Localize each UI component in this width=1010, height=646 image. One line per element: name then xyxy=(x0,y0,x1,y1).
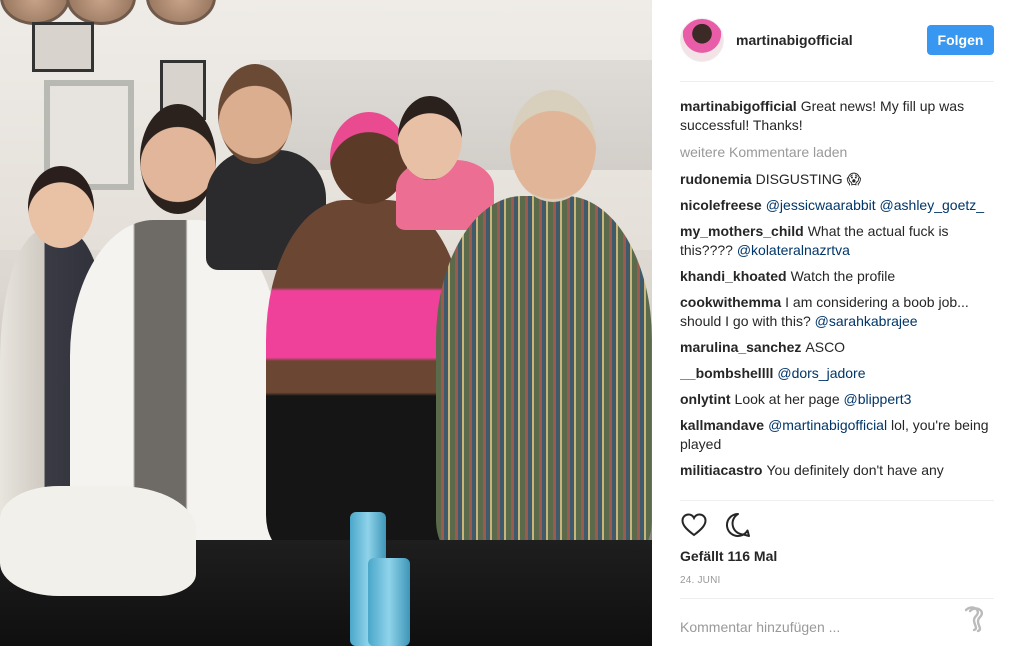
likes-count[interactable]: Gefällt 116 Mal xyxy=(680,548,777,564)
comments-list[interactable]: martinabigofficial Great news! My fill up… xyxy=(680,97,994,497)
person-photographer-head xyxy=(218,64,292,164)
person-man-striped-shirt xyxy=(436,196,652,556)
person-man-white-jacket-head xyxy=(140,104,216,214)
comment-username[interactable]: __bombshellll xyxy=(680,365,773,381)
comment-text: ASCO xyxy=(805,339,846,355)
person-man-striped-shirt-head xyxy=(510,90,596,202)
comments-divider xyxy=(680,500,994,501)
mention-link[interactable]: @jessicwaarabbit xyxy=(766,197,876,213)
avatar[interactable] xyxy=(680,18,724,62)
wall-picture-frame xyxy=(32,22,94,72)
comment-username[interactable]: rudonemia xyxy=(680,171,752,187)
mention-link[interactable]: @martinabigofficial xyxy=(768,417,887,433)
comment-item: militiacastro You definitely don't have a… xyxy=(680,461,994,480)
comment-username[interactable]: nicolefreese xyxy=(680,197,762,213)
mention-link[interactable]: @kolateralnazrtva xyxy=(737,242,850,258)
comment-item: onlytint Look at her page @blippert3 xyxy=(680,390,994,409)
comment-username[interactable]: my_mothers_child xyxy=(680,223,804,239)
comment-username[interactable]: kallmandave xyxy=(680,417,764,433)
comment-username[interactable]: cookwithemma xyxy=(680,294,781,310)
comment-items: rudonemia DISGUSTING 😱 nicolefreese @jessic… xyxy=(680,170,994,480)
person-girl-head xyxy=(28,166,94,248)
comment-bubble-icon[interactable] xyxy=(724,511,752,539)
comment-item: khandi_khoated Watch the profile xyxy=(680,267,994,286)
comment-item: __bombshellll @dors_jadore xyxy=(680,364,994,383)
mention-link[interactable]: @blippert3 xyxy=(844,391,912,407)
comment-text: Watch the profile xyxy=(790,268,896,284)
caption-username[interactable]: martinabigofficial xyxy=(680,98,797,114)
comment-item: cookwithemma I am considering a boob job.… xyxy=(680,293,994,331)
more-options-icon[interactable] xyxy=(960,603,992,635)
laundry-pile xyxy=(0,486,196,596)
comment-username[interactable]: onlytint xyxy=(680,391,731,407)
comment-text: You definitely don't have any xyxy=(766,462,944,478)
post-sidebar: martinabigofficial Folgen martinabigoffi… xyxy=(652,0,1010,646)
comment-item: rudonemia DISGUSTING 😱 xyxy=(680,170,994,189)
spray-can xyxy=(368,558,410,646)
comment-item: nicolefreese @jessicwaarabbit @ashley_goe… xyxy=(680,196,994,215)
comment-item: my_mothers_child What the actual fuck is … xyxy=(680,222,994,260)
action-bar xyxy=(680,509,994,541)
instagram-post: martinabigofficial Folgen martinabigoffi… xyxy=(0,0,1010,646)
mention-link[interactable]: @ashley_goetz_ xyxy=(880,197,985,213)
comment-username[interactable]: khandi_khoated xyxy=(680,268,787,284)
header-divider xyxy=(680,81,994,82)
mention-link[interactable]: @dors_jadore xyxy=(777,365,865,381)
caption: martinabigofficial Great news! My fill up… xyxy=(680,97,994,135)
comment-username[interactable]: marulina_sanchez xyxy=(680,339,801,355)
comment-username[interactable]: militiacastro xyxy=(680,462,762,478)
add-comment-input[interactable] xyxy=(680,614,950,640)
heart-icon[interactable] xyxy=(680,511,708,539)
comment-item: kallmandave @martinabigofficial lol, you'… xyxy=(680,416,994,454)
username-link[interactable]: martinabigofficial xyxy=(736,32,927,48)
comment-item: marulina_sanchez ASCO xyxy=(680,338,994,357)
load-more-comments-link[interactable]: weitere Kommentare laden xyxy=(680,143,994,162)
comment-text: DISGUSTING 😱 xyxy=(755,171,862,187)
comment-text: Look at her page xyxy=(734,391,844,407)
post-date[interactable]: 24. JUNI xyxy=(680,575,721,586)
footer-divider xyxy=(680,598,994,599)
post-photo[interactable] xyxy=(0,0,652,646)
mention-link[interactable]: @sarahkabrajee xyxy=(815,313,918,329)
post-header: martinabigofficial Folgen xyxy=(680,14,994,66)
follow-button[interactable]: Folgen xyxy=(927,25,994,55)
person-woman-glasses-head xyxy=(398,96,462,180)
